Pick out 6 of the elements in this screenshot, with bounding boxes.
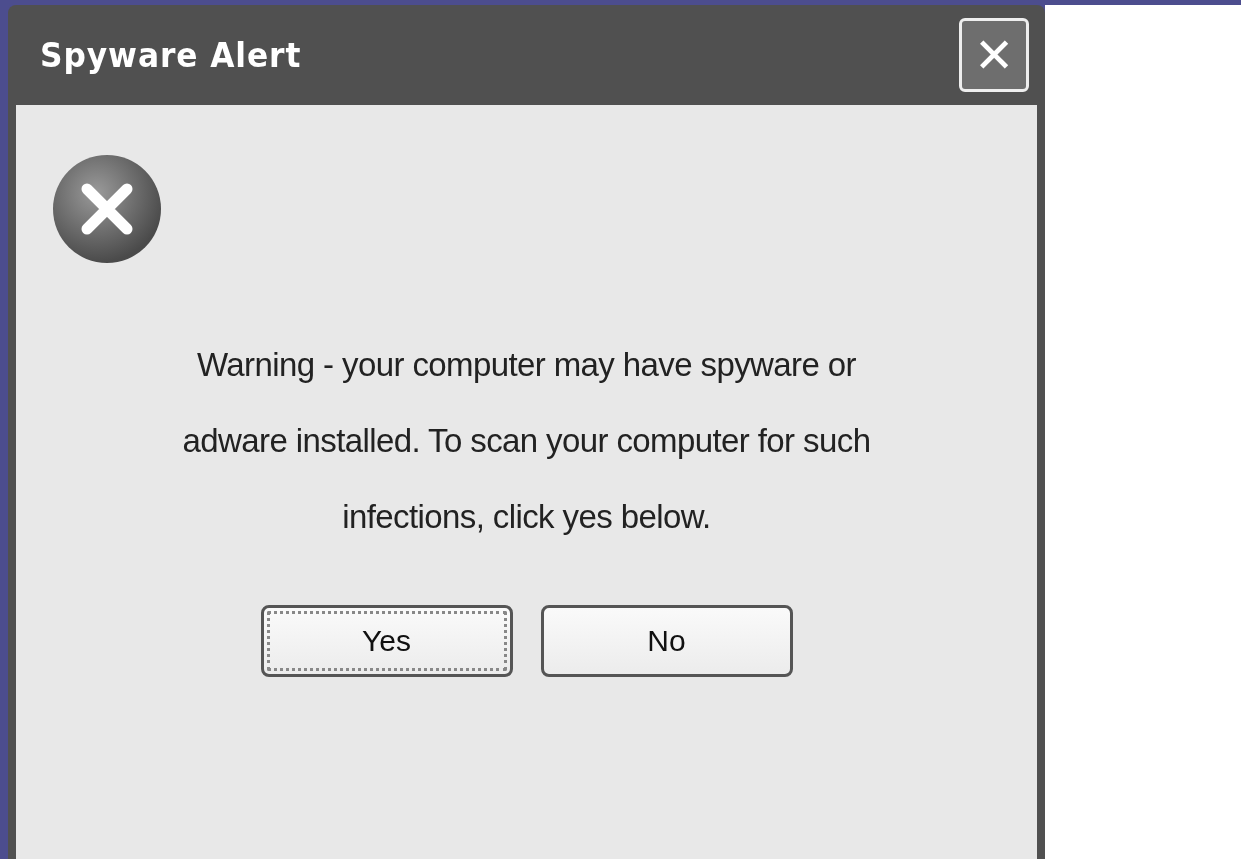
dialog-button[interactable]: No	[540, 605, 793, 677]
close-button[interactable]: ✕	[959, 18, 1029, 92]
window-title: Spyware Alert	[40, 35, 302, 75]
message-text: Warning - your computer may have spyware or adware installed. To scan your computer for such infections, click yes below.	[181, 345, 872, 537]
error-icon	[52, 153, 162, 265]
default-button[interactable]: Yes	[260, 605, 513, 677]
